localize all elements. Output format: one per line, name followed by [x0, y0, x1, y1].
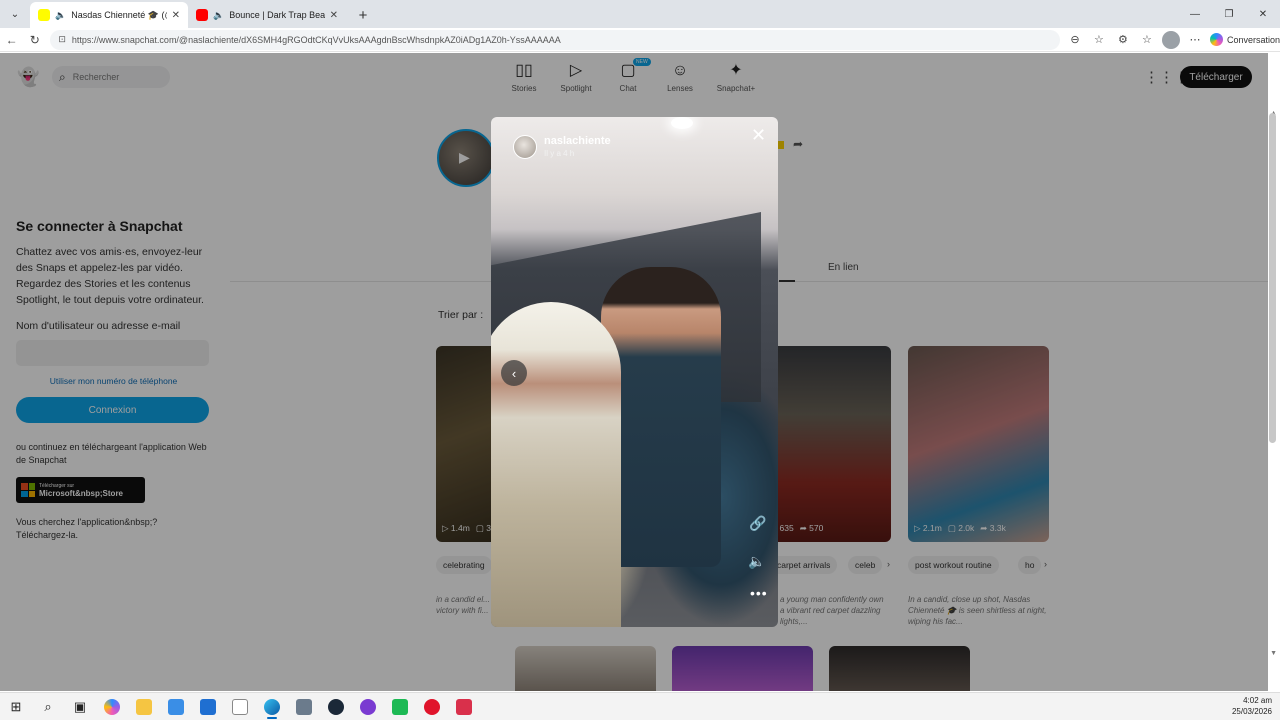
url-field[interactable]: ⊡ https://www.snapchat.com/@naslachiente…: [50, 29, 1060, 50]
new-tab-button[interactable]: +: [352, 4, 374, 26]
profile-button[interactable]: [1161, 30, 1180, 49]
tab-list-button[interactable]: ⌄: [4, 3, 26, 25]
close-icon[interactable]: ✕: [751, 125, 766, 146]
reading-mode-icon[interactable]: ⊖: [1066, 31, 1084, 49]
restore-icon[interactable]: ❐: [1212, 0, 1246, 28]
windows-taskbar: ⊞ ⌕ ▣ 4:02 am 25/03/2026: [0, 692, 1280, 720]
more-menu-icon[interactable]: ⋯: [1186, 31, 1204, 49]
url-text: https://www.snapchat.com/@naslachiente/d…: [71, 34, 561, 45]
app-icon: [296, 698, 312, 715]
previous-story-button[interactable]: ‹: [501, 360, 527, 386]
store-app[interactable]: [160, 693, 192, 720]
tab-title: Bounce | Dark Trap Beat | Free: [229, 10, 325, 20]
mail-icon: [200, 698, 216, 715]
app-pinned[interactable]: [384, 693, 416, 720]
mail-app[interactable]: [192, 693, 224, 720]
window-controls: — ❐ ✕: [1178, 0, 1280, 28]
youtube-favicon-icon: [196, 9, 208, 21]
story-viewer[interactable]: naslachiente Il y a 4 h ✕ ‹ 🔗 🔈 •••: [491, 117, 778, 627]
notepad-app[interactable]: [224, 693, 256, 720]
app-icon: [392, 698, 408, 715]
opera-icon: [424, 698, 440, 715]
favorites-icon[interactable]: ☆: [1138, 31, 1156, 49]
back-button[interactable]: ←: [0, 30, 23, 50]
snapchat-page: 👻 ⌕ Rechercher ▯▯ Stories ▷ Spotlight ▢ …: [0, 53, 1280, 691]
tab-close-icon[interactable]: ✕: [172, 10, 180, 21]
copilot-icon: [104, 698, 120, 715]
folder-icon: [136, 698, 152, 715]
scrollbar[interactable]: [1269, 113, 1276, 443]
app-pinned[interactable]: [352, 693, 384, 720]
edge-icon: [264, 698, 280, 715]
app-pinned[interactable]: [448, 693, 480, 720]
browser-tab-snapchat[interactable]: 🔈 Nasdas Chienneté 🎓 (@nasla ✕: [30, 2, 188, 28]
site-info-icon[interactable]: ⊡: [58, 34, 66, 45]
avatar: [1161, 30, 1180, 49]
story-avatar[interactable]: [513, 135, 537, 159]
copilot-icon: [1209, 33, 1223, 46]
address-bar: ← ↻ ⊡ https://www.snapchat.com/@naslachi…: [0, 28, 1280, 52]
app-pinned[interactable]: [288, 693, 320, 720]
story-subject: [491, 302, 621, 627]
steam-icon: [328, 698, 344, 715]
favorite-star-icon[interactable]: ☆: [1090, 31, 1108, 49]
copilot-label: Conversation: [1226, 34, 1280, 45]
minimize-icon[interactable]: —: [1178, 0, 1212, 28]
document-icon: [232, 698, 248, 715]
story-username[interactable]: naslachiente: [544, 135, 611, 147]
clock-date: 25/03/2026: [1231, 707, 1272, 716]
search-icon: ⌕: [44, 698, 52, 714]
url-tools: ⊖ ☆ ⚙ ☆ ⋯: [1066, 30, 1204, 49]
link-icon[interactable]: 🔗: [749, 515, 766, 532]
edge-app[interactable]: [256, 693, 288, 720]
task-view-button[interactable]: ▣: [64, 693, 96, 720]
close-window-icon[interactable]: ✕: [1246, 0, 1280, 28]
more-options-icon[interactable]: •••: [750, 585, 768, 601]
ceiling-light: [671, 117, 693, 129]
file-explorer-app[interactable]: [128, 693, 160, 720]
story-timestamp: Il y a 4 h: [544, 149, 575, 158]
steam-app[interactable]: [320, 693, 352, 720]
windows-icon: ⊞: [10, 698, 22, 714]
tab-title: Nasdas Chienneté 🎓 (@nasla: [71, 9, 166, 20]
speaker-icon[interactable]: 🔈: [213, 10, 224, 21]
start-button[interactable]: ⊞: [0, 693, 32, 720]
store-icon: [168, 698, 184, 715]
extensions-icon[interactable]: ⚙: [1114, 31, 1132, 49]
search-button[interactable]: ⌕: [32, 693, 64, 720]
reload-button[interactable]: ↻: [23, 30, 46, 50]
clock-time: 4:02 am: [1243, 696, 1272, 705]
copilot-button[interactable]: Conversation: [1209, 33, 1280, 46]
system-clock[interactable]: 4:02 am 25/03/2026: [1232, 695, 1272, 717]
task-view-icon: ▣: [73, 698, 87, 714]
browser-tab-bar: ⌄ 🔈 Nasdas Chienneté 🎓 (@nasla ✕ 🔈 Bounc…: [0, 0, 1280, 28]
speaker-icon[interactable]: 🔈: [55, 10, 66, 21]
copilot-app[interactable]: [96, 693, 128, 720]
sound-icon[interactable]: 🔈: [748, 553, 765, 570]
browser-tab-youtube[interactable]: 🔈 Bounce | Dark Trap Beat | Free ✕: [188, 2, 346, 28]
app-icon: [456, 698, 472, 715]
tab-close-icon[interactable]: ✕: [330, 10, 338, 21]
scroll-down-arrow[interactable]: ▼: [1270, 650, 1277, 657]
snapchat-favicon-icon: [38, 9, 50, 21]
app-icon: [360, 698, 376, 715]
opera-app[interactable]: [416, 693, 448, 720]
